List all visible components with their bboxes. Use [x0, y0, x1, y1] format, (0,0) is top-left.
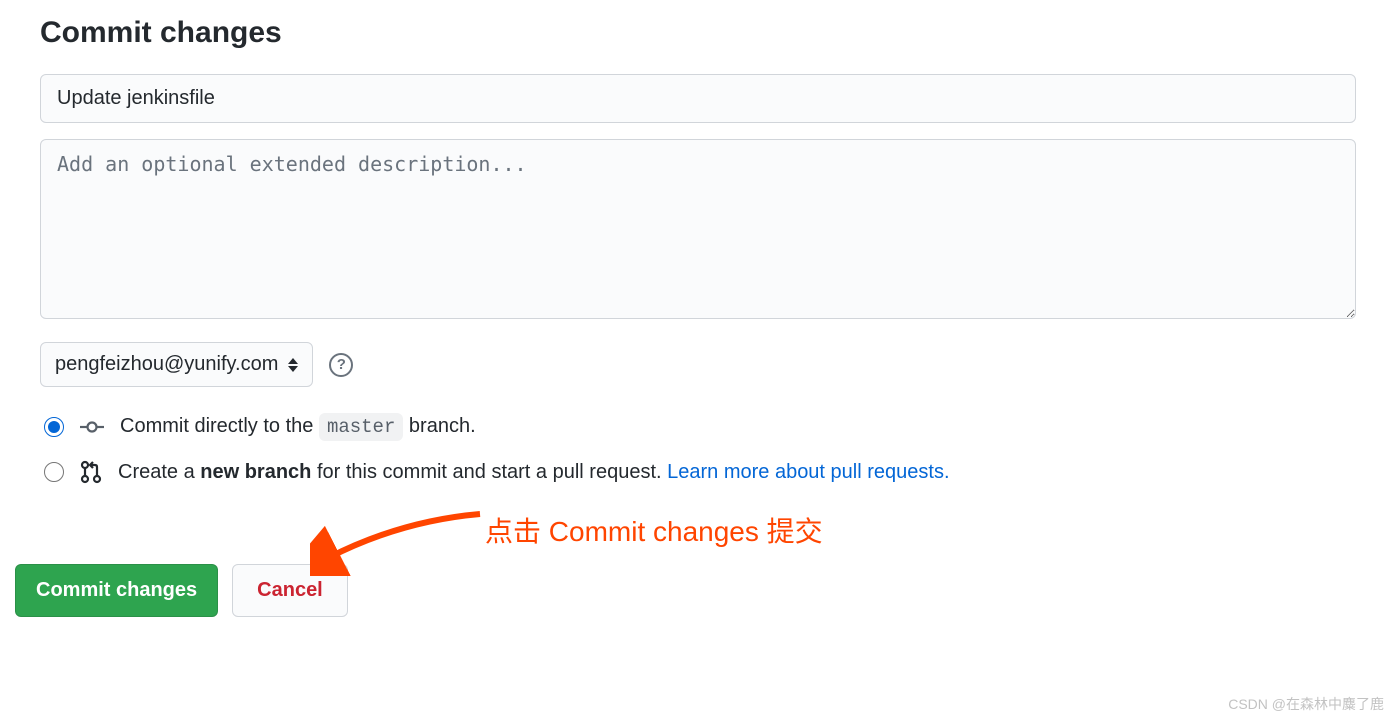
learn-more-link[interactable]: Learn more about pull requests. [667, 461, 949, 483]
select-caret-icon [288, 358, 298, 372]
branch-name-badge: master [319, 413, 403, 441]
commit-target-radiogroup: Commit directly to the master branch. Cr… [40, 415, 1356, 484]
help-icon[interactable]: ? [329, 353, 353, 377]
commit-direct-label: Commit directly to the master branch. [120, 415, 476, 438]
create-branch-label: Create a new branch for this commit and … [118, 461, 950, 484]
commit-icon [80, 417, 104, 437]
page-title: Commit changes [40, 16, 1356, 50]
author-email-select[interactable]: pengfeizhou@yunify.com [40, 342, 313, 387]
watermark-text: CSDN @在森林中麋了鹿 [1228, 694, 1384, 714]
create-branch-radio[interactable] [44, 462, 64, 482]
commit-direct-radio[interactable] [44, 417, 64, 437]
commit-changes-button[interactable]: Commit changes [15, 564, 218, 617]
author-email-value: pengfeizhou@yunify.com [55, 353, 278, 376]
pull-request-icon [80, 460, 102, 484]
commit-description-textarea[interactable] [40, 139, 1356, 319]
annotation-text: 点击 Commit changes 提交 [485, 510, 823, 550]
annotation-arrow-icon [310, 506, 490, 576]
commit-summary-input[interactable] [40, 74, 1356, 123]
